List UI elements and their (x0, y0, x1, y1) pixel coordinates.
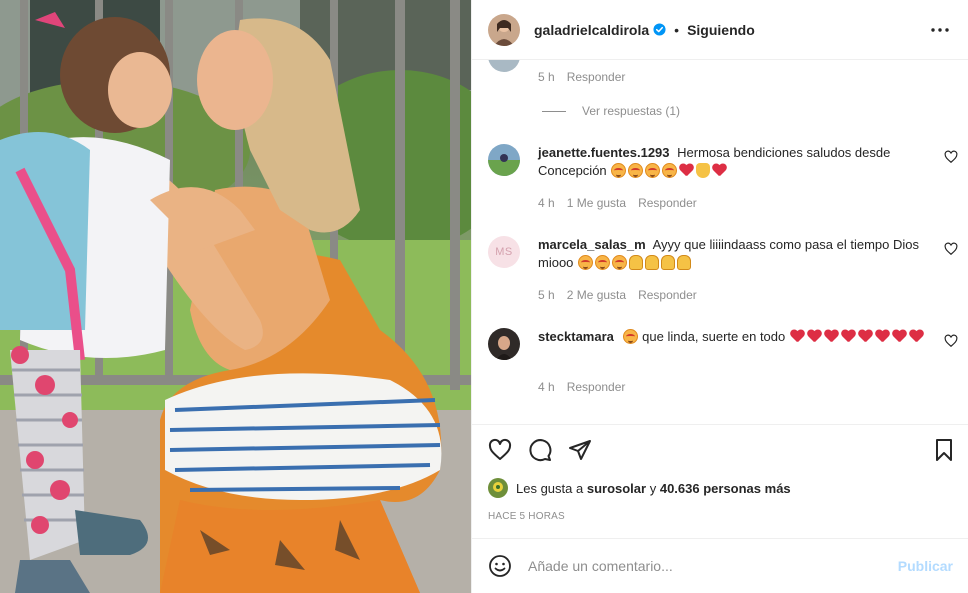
liker-username[interactable]: surosolar (587, 481, 646, 496)
header-separator: • (674, 21, 680, 38)
post-header: galadrielcaldirola • Siguiendo (472, 0, 968, 60)
share-paper-plane-icon[interactable] (568, 438, 592, 462)
comment-avatar-clipped[interactable] (488, 60, 520, 72)
author-username[interactable]: galadrielcaldirola (534, 22, 649, 38)
comment-like-heart-icon[interactable] (944, 242, 958, 256)
view-replies[interactable]: Ver respuestas (1) (542, 104, 680, 118)
comment-body: marcela_salas_m Ayyy que liiiindaass com… (538, 236, 938, 272)
comment-item: jeanette.fuentes.1293 Hermosa bendicione… (488, 144, 958, 180)
liker-avatar[interactable] (488, 478, 508, 498)
comment-item: stecktamara que linda, suerte en todo (488, 328, 958, 360)
comment-meta: 4 h 1 Me gusta Responder (538, 196, 697, 210)
comment-username[interactable]: jeanette.fuentes.1293 (538, 145, 670, 160)
likes-prefix: Les gusta a (516, 480, 584, 496)
comment-meta: 4 h Responder (538, 380, 625, 394)
comment-likes-count[interactable]: 2 Me gusta (567, 288, 626, 302)
post-timestamp[interactable]: HACE 5 HORAS (472, 502, 968, 530)
like-heart-icon[interactable] (488, 438, 512, 462)
reply-button[interactable]: Responder (638, 196, 697, 210)
view-replies-label[interactable]: Ver respuestas (1) (582, 104, 680, 118)
comment-username[interactable]: stecktamara (538, 329, 614, 344)
comment-input[interactable]: Añade un comentario... (528, 558, 898, 574)
comment-like-heart-icon[interactable] (944, 150, 958, 164)
comment-time: 5 h (538, 288, 555, 302)
emoji-smile-icon[interactable] (488, 554, 512, 578)
publish-button[interactable]: Publicar (898, 558, 953, 574)
add-comment-bar: Añade un comentario... Publicar (472, 538, 968, 593)
emoji-heart-eyes (622, 329, 638, 344)
replies-line (542, 110, 566, 112)
likes-connector: y (649, 480, 657, 496)
comment-emojis (789, 329, 925, 344)
comment-emojis (610, 163, 728, 178)
comment-meta: 5 h 2 Me gusta Responder (538, 288, 697, 302)
comment-bubble-icon[interactable] (528, 438, 552, 462)
bookmark-icon[interactable] (932, 438, 956, 462)
following-button[interactable]: Siguiendo (687, 22, 755, 38)
comment-avatar[interactable] (488, 328, 520, 360)
comment-username[interactable]: marcela_salas_m (538, 237, 646, 252)
author-avatar[interactable] (488, 13, 520, 46)
comment-text: que linda, suerte en todo (642, 329, 786, 344)
comment-body: stecktamara que linda, suerte en todo (538, 328, 938, 360)
post-image (0, 0, 471, 593)
more-horizontal-icon[interactable] (928, 18, 952, 42)
comment-time: 4 h (538, 380, 555, 394)
post-side-panel: galadrielcaldirola • Siguiendo 5 h Respo… (471, 0, 968, 593)
comment-like-heart-icon[interactable] (944, 334, 958, 348)
comment-avatar[interactable] (488, 144, 520, 176)
post-photo[interactable] (0, 0, 471, 593)
likes-count[interactable]: 40.636 personas más (660, 481, 791, 496)
comment-body: jeanette.fuentes.1293 Hermosa bendicione… (538, 144, 938, 180)
comments-list[interactable]: 5 h Responder Ver respuestas (1) jeanett… (472, 60, 968, 424)
post-actions (472, 424, 968, 474)
top-comment-meta: 5 h Responder (538, 70, 625, 84)
comment-emojis (577, 255, 692, 270)
likes-summary[interactable]: Les gusta a surosolar y 40.636 personas … (472, 474, 968, 502)
comment-avatar-initials[interactable]: MS (488, 236, 520, 268)
reply-button[interactable]: Responder (638, 288, 697, 302)
comment-item: MS marcela_salas_m Ayyy que liiiindaass … (488, 236, 958, 272)
reply-button[interactable]: Responder (567, 70, 626, 84)
comment-time: 5 h (538, 70, 555, 84)
reply-button[interactable]: Responder (567, 380, 626, 394)
comment-time: 4 h (538, 196, 555, 210)
verified-badge-icon (653, 23, 666, 36)
comment-likes-count[interactable]: 1 Me gusta (567, 196, 626, 210)
